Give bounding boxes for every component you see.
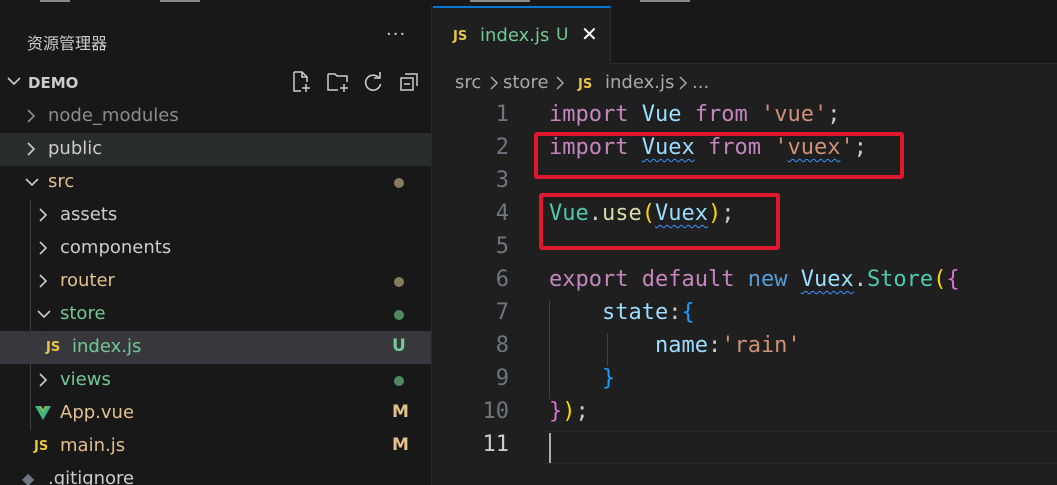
line-number: 3 bbox=[495, 168, 509, 193]
breadcrumb-item[interactable]: src bbox=[455, 72, 481, 93]
breadcrumb-item[interactable]: ... bbox=[692, 72, 709, 93]
line-number: 6 bbox=[495, 267, 509, 292]
highlight-box-import-vuex bbox=[534, 132, 904, 179]
more-actions-icon[interactable]: ··· bbox=[386, 24, 406, 45]
tab-bar: JS index.js U ✕ bbox=[433, 6, 1057, 64]
explorer-actions bbox=[290, 70, 420, 96]
tree-item-label: main.js bbox=[60, 435, 126, 456]
modified-dot-icon bbox=[394, 178, 404, 188]
explorer-header: 资源管理器 ··· bbox=[0, 16, 431, 64]
tree-item-label: public bbox=[48, 138, 103, 159]
chevron-right-icon bbox=[39, 208, 48, 222]
line-number: 2 bbox=[495, 135, 509, 160]
refresh-icon[interactable] bbox=[362, 70, 384, 94]
tree-item-components[interactable]: components bbox=[0, 232, 431, 265]
breadcrumb-item[interactable]: index.js bbox=[605, 72, 674, 93]
chevron-right-icon bbox=[679, 76, 688, 90]
top-strip-mark bbox=[160, 0, 200, 2]
chevron-right-icon bbox=[490, 76, 499, 90]
explorer-sidebar: 资源管理器 ··· DEMO node_modules public src a… bbox=[0, 6, 432, 485]
tree-item-views[interactable]: views bbox=[0, 364, 431, 397]
chevron-right-icon bbox=[27, 142, 36, 156]
tree-item-store[interactable]: store bbox=[0, 298, 431, 331]
indent-guide bbox=[42, 331, 43, 364]
new-folder-icon[interactable] bbox=[326, 70, 348, 94]
chevron-right-icon bbox=[556, 76, 565, 90]
new-file-icon[interactable] bbox=[290, 70, 312, 94]
text-cursor bbox=[549, 433, 551, 463]
breadcrumb-item[interactable]: store bbox=[503, 72, 549, 93]
editor-group: JS index.js U ✕ src store JS index.js ..… bbox=[433, 6, 1057, 485]
tree-item-node-modules[interactable]: node_modules bbox=[0, 100, 431, 133]
tree-item-label: views bbox=[60, 369, 111, 390]
git-status-badge: M bbox=[392, 435, 409, 455]
tab-label: index.js bbox=[480, 25, 550, 46]
tree-item-public[interactable]: public bbox=[0, 133, 431, 166]
breadcrumb: src store JS index.js ... bbox=[433, 64, 1057, 102]
tree-item-router[interactable]: router bbox=[0, 265, 431, 298]
git-file-icon: ◆ bbox=[22, 469, 35, 485]
code-editor[interactable]: 1 2 3 4 5 6 7 8 9 10 11 import Vue from … bbox=[433, 102, 1057, 485]
code-line-1: import Vue from 'vue'; bbox=[549, 102, 841, 127]
js-file-icon: JS bbox=[34, 439, 49, 454]
tab-git-status: U bbox=[556, 25, 569, 45]
tree-item-label: src bbox=[48, 171, 75, 192]
vue-file-icon bbox=[35, 406, 51, 420]
line-number: 9 bbox=[495, 366, 509, 391]
tree-item-label: App.vue bbox=[60, 402, 135, 423]
chevron-down-icon bbox=[25, 178, 39, 187]
tree-item-label: store bbox=[60, 303, 106, 324]
workspace-name: DEMO bbox=[28, 74, 79, 92]
explorer-title: 资源管理器 bbox=[27, 34, 108, 53]
line-number: 8 bbox=[495, 333, 509, 358]
code-line-7: state:{ bbox=[601, 300, 695, 325]
tree-item-label: index.js bbox=[72, 336, 142, 357]
highlight-box-vue-use bbox=[539, 193, 780, 250]
tree-item-main-js[interactable]: JS main.js M bbox=[0, 430, 431, 463]
top-strip-mark bbox=[40, 0, 70, 2]
code-line-10: }); bbox=[549, 399, 589, 424]
line-number: 11 bbox=[482, 432, 510, 457]
tree-item-gitignore[interactable]: ◆ .gitignore bbox=[0, 463, 431, 485]
untracked-dot-icon bbox=[394, 310, 404, 320]
untracked-dot-icon bbox=[394, 376, 404, 386]
js-file-icon: JS bbox=[46, 340, 61, 355]
tree-item-assets[interactable]: assets bbox=[0, 199, 431, 232]
top-strip-mark bbox=[640, 0, 690, 2]
js-file-icon: JS bbox=[453, 29, 468, 44]
tree-item-label: .gitignore bbox=[48, 468, 135, 485]
chevron-down-icon bbox=[7, 77, 21, 86]
tree-item-label: components bbox=[60, 237, 172, 258]
line-number: 7 bbox=[495, 300, 509, 325]
code-line-8: name:'rain' bbox=[654, 333, 801, 358]
tree-item-label: router bbox=[60, 270, 115, 291]
code-line-6: export default new Vuex.Store({ bbox=[549, 267, 960, 292]
chevron-right-icon bbox=[39, 241, 48, 255]
tree-item-src[interactable]: src bbox=[0, 166, 431, 199]
collapse-all-icon[interactable] bbox=[398, 70, 420, 94]
line-number: 5 bbox=[495, 234, 509, 259]
tree-item-app-vue[interactable]: App.vue M bbox=[0, 397, 431, 430]
modified-dot-icon bbox=[394, 277, 404, 287]
code-line-9: } bbox=[601, 366, 616, 391]
js-file-icon: JS bbox=[578, 77, 593, 92]
close-icon[interactable]: ✕ bbox=[581, 22, 598, 46]
current-line-highlight bbox=[543, 431, 1057, 464]
tab-index-js[interactable]: JS index.js U ✕ bbox=[433, 6, 611, 64]
workspace-section-header[interactable]: DEMO bbox=[0, 70, 431, 96]
tree-item-index-js[interactable]: JS index.js U bbox=[0, 331, 431, 364]
git-status-badge: M bbox=[392, 402, 409, 422]
top-strip-mark bbox=[470, 0, 530, 2]
line-number: 4 bbox=[495, 201, 509, 226]
line-number: 10 bbox=[482, 399, 510, 424]
tree-item-label: node_modules bbox=[48, 105, 179, 126]
tree-item-label: assets bbox=[60, 204, 118, 225]
chevron-right-icon bbox=[39, 274, 48, 288]
line-number: 1 bbox=[495, 102, 509, 127]
chevron-down-icon bbox=[37, 310, 51, 319]
chevron-right-icon bbox=[27, 109, 36, 123]
git-status-badge: U bbox=[392, 336, 406, 356]
chevron-right-icon bbox=[39, 373, 48, 387]
